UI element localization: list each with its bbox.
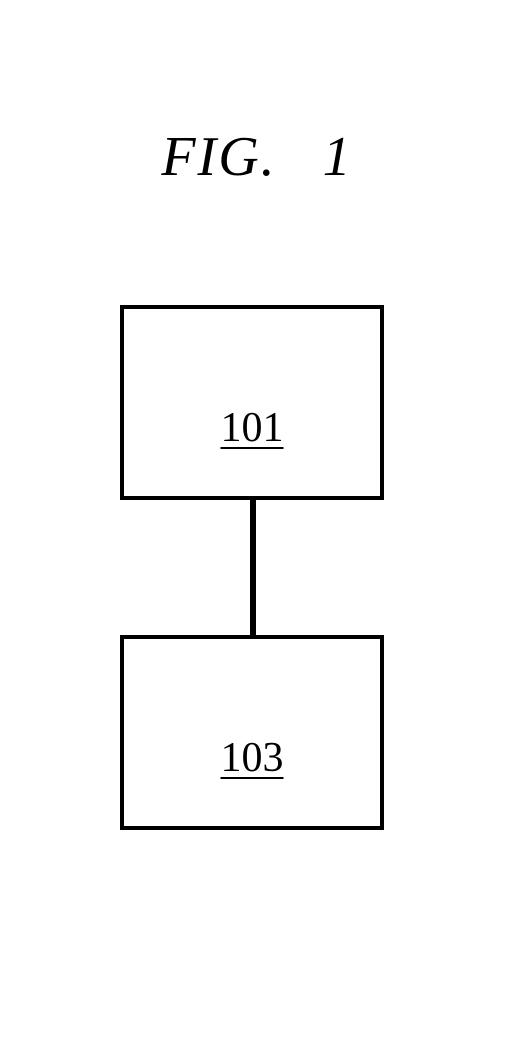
figure-title: FIG. 1	[0, 125, 514, 189]
box-label-bottom: 103	[221, 734, 284, 782]
figure-number: 1	[323, 126, 353, 188]
figure-prefix: FIG.	[161, 126, 276, 188]
diagram-box-bottom: 103	[120, 635, 384, 830]
box-label-top: 101	[221, 404, 284, 452]
connector-line	[250, 500, 256, 635]
diagram-box-top: 101	[120, 305, 384, 500]
